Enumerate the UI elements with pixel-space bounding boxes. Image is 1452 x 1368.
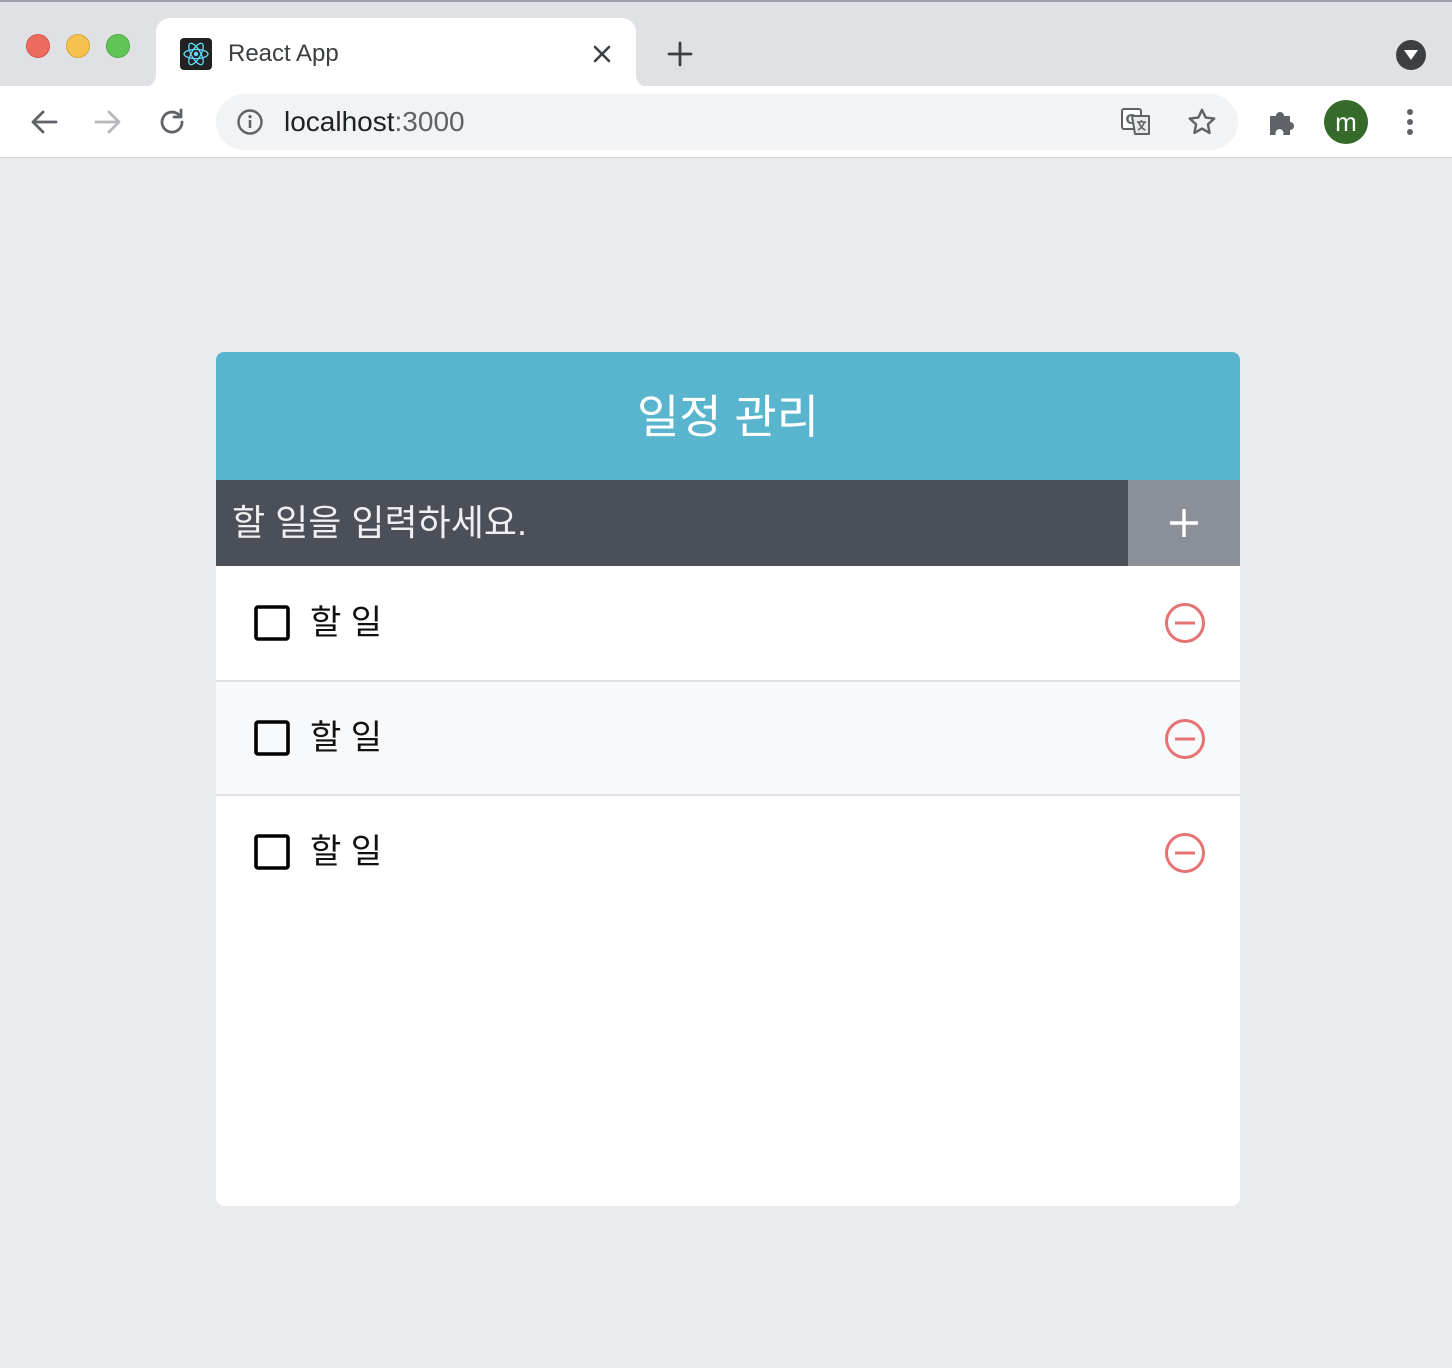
todo-list: 할 일 할 일 할 일 — [216, 566, 1240, 1206]
remove-circle-icon[interactable] — [1164, 832, 1206, 874]
url-text: localhost:3000 — [284, 106, 465, 138]
browser-toolbar: localhost:3000 G m — [0, 86, 1452, 158]
todo-item: 할 일 — [216, 680, 1240, 794]
remove-circle-icon[interactable] — [1164, 602, 1206, 644]
star-icon[interactable] — [1186, 106, 1218, 138]
address-bar[interactable]: localhost:3000 G — [216, 94, 1238, 150]
add-todo-button[interactable] — [1128, 480, 1240, 566]
tab-title: React App — [228, 40, 339, 67]
kebab-menu-icon[interactable] — [1390, 102, 1430, 142]
tab-search-icon[interactable] — [1396, 40, 1426, 70]
react-logo-icon — [180, 38, 212, 70]
url-port: :3000 — [394, 106, 465, 137]
tab-strip: React App — [0, 0, 1452, 88]
back-arrow-icon[interactable] — [24, 102, 64, 142]
checkbox-blank-icon[interactable] — [254, 834, 290, 870]
todo-template: 일정 관리 할 일 할 일 — [216, 352, 1240, 1206]
plus-icon[interactable] — [662, 36, 698, 72]
forward-arrow-icon[interactable] — [88, 102, 128, 142]
close-window-button[interactable] — [26, 34, 50, 58]
extensions-puzzle-icon[interactable] — [1262, 102, 1302, 142]
checkbox-blank-icon[interactable] — [254, 605, 290, 641]
browser-tab[interactable]: React App — [142, 18, 650, 88]
todo-text: 할 일 — [310, 833, 383, 871]
remove-circle-icon[interactable] — [1164, 718, 1206, 760]
checkbox-blank-icon[interactable] — [254, 720, 290, 756]
url-host: localhost — [284, 106, 395, 137]
reload-icon[interactable] — [152, 102, 192, 142]
zoom-window-button[interactable] — [106, 34, 130, 58]
todo-text: 할 일 — [310, 604, 383, 642]
todo-text: 할 일 — [310, 719, 383, 757]
plus-icon — [1170, 509, 1198, 537]
minimize-window-button[interactable] — [66, 34, 90, 58]
avatar[interactable]: m — [1324, 100, 1368, 144]
todo-item: 할 일 — [216, 794, 1240, 908]
todo-insert-form — [216, 480, 1240, 566]
app-title: 일정 관리 — [216, 352, 1240, 480]
todo-input[interactable] — [216, 480, 1128, 566]
translate-icon[interactable]: G — [1120, 106, 1152, 138]
close-icon[interactable] — [586, 38, 618, 70]
todo-item: 할 일 — [216, 566, 1240, 680]
info-icon[interactable] — [236, 108, 264, 136]
